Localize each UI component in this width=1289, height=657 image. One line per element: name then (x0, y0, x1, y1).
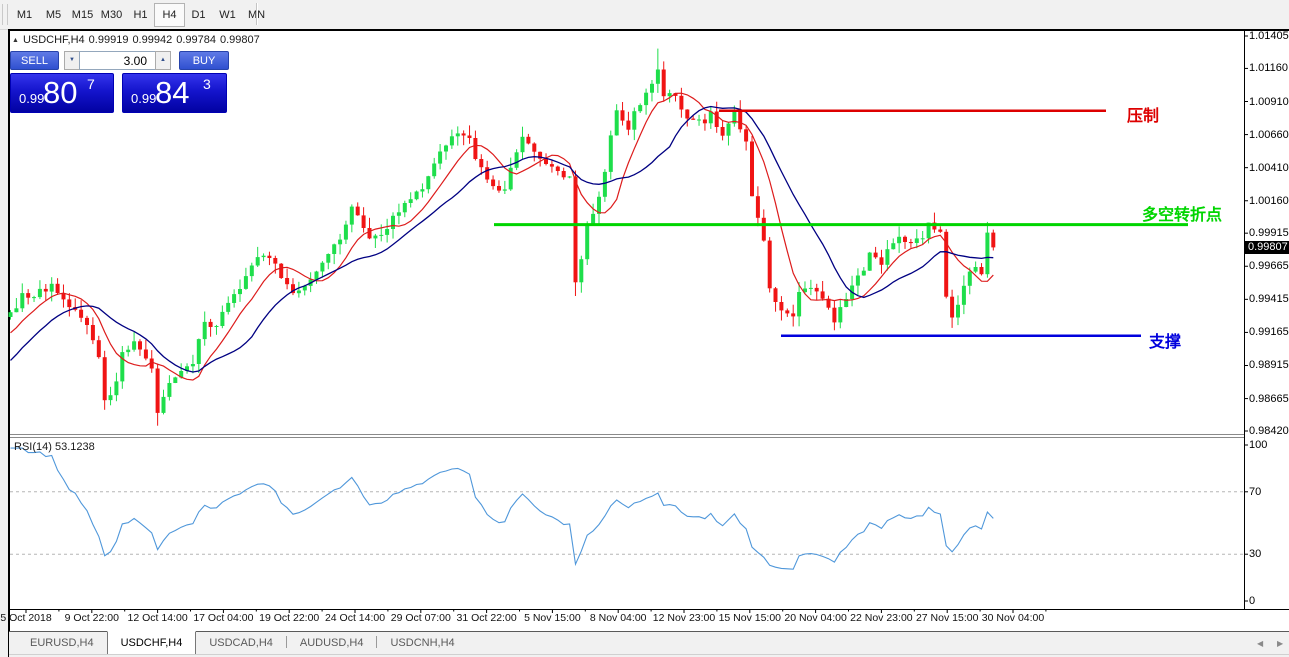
tabs-scroll-right-icon[interactable]: ▶ (1277, 639, 1283, 648)
collapse-panel-icon[interactable]: ▲ (12, 37, 19, 44)
buy-price-point: 3 (203, 76, 211, 92)
price-axis-tick: 0.98665 (1249, 393, 1289, 405)
mt4-application: M1M5M15M30H1H4D1W1MN ▲USDCHF,H40.999190.… (0, 0, 1289, 657)
ohlc-high: 0.99942 (132, 34, 172, 46)
sell-button[interactable]: SELL (10, 51, 59, 70)
time-axis-label: 27 Nov 15:00 (916, 612, 978, 624)
price-axis-tick: 1.00410 (1249, 162, 1289, 174)
time-axis-label: 12 Nov 23:00 (653, 612, 715, 624)
chart-tab-audusd[interactable]: AUDUSD,H4 (287, 632, 377, 654)
ohlc-low: 0.99784 (176, 34, 216, 46)
buy-button[interactable]: BUY (179, 51, 229, 70)
chart-tab-bar: EURUSD,H4USDCHF,H4USDCAD,H4AUDUSD,H4USDC… (9, 631, 1289, 655)
price-axis-tick: 0.98915 (1249, 359, 1289, 371)
time-axis-label: 17 Oct 04:00 (193, 612, 253, 624)
buy-price-handle: 0.99 (131, 91, 156, 106)
sell-price-handle: 0.99 (19, 91, 44, 106)
chart-tabs: EURUSD,H4USDCHF,H4USDCAD,H4AUDUSD,H4USDC… (17, 632, 468, 655)
buy-price-pips: 84 (155, 75, 189, 111)
sell-price-point: 7 (87, 76, 95, 92)
chart-tab-usdcnh[interactable]: USDCNH,H4 (377, 632, 467, 654)
support-label[interactable]: 支撑 (1149, 328, 1181, 352)
buy-price-button[interactable]: 0.99 84 3 (122, 73, 227, 113)
chart-tab-eurusd[interactable]: EURUSD,H4 (17, 632, 107, 654)
time-axis-label: 15 Nov 15:00 (719, 612, 781, 624)
price-axis-tick: 1.01405 (1249, 30, 1289, 42)
sell-price-button[interactable]: 0.99 80 7 (10, 73, 114, 113)
tabs-scroll-left-icon[interactable]: ◀ (1257, 639, 1263, 648)
volume-decrease-button[interactable]: ▼ (64, 51, 80, 70)
time-axis-label: 5 Nov 15:00 (524, 612, 581, 624)
time-axis-label: 31 Oct 22:00 (457, 612, 517, 624)
time-axis-label: 8 Nov 04:00 (590, 612, 647, 624)
price-axis-tick: 1.00660 (1249, 129, 1289, 141)
price-axis-tick: 0.99665 (1249, 260, 1289, 272)
time-axis-label: 19 Oct 22:00 (259, 612, 319, 624)
price-axis-tick: 0.99915 (1249, 227, 1289, 239)
time-axis-label: 30 Nov 04:00 (982, 612, 1044, 624)
price-axis-tick: 1.00910 (1249, 96, 1289, 108)
volume-input[interactable] (79, 51, 156, 70)
chart-title: ▲ USDCHF,H4 0.999190.99942 0.99784 0.99807 (12, 34, 264, 46)
time-axis-label: 20 Nov 04:00 (784, 612, 846, 624)
time-axis-label: 5 Oct 2018 (0, 612, 51, 624)
sell-price-pips: 80 (43, 75, 77, 111)
price-axis-tick: 1.01160 (1249, 62, 1289, 74)
price-axis-tick: 1.00160 (1249, 195, 1289, 207)
time-axis-label: 12 Oct 14:00 (128, 612, 188, 624)
current-price-tag: 0.99807 (1245, 241, 1289, 254)
chart-window[interactable]: ▲USDCHF,H40.999190.999420.997840.99807 S… (8, 29, 1289, 657)
time-axis-label: 22 Nov 23:00 (850, 612, 912, 624)
rsi-axis-tick: 100 (1249, 439, 1289, 451)
rsi-axis-tick: 0 (1249, 595, 1289, 607)
pivot-label[interactable]: 多空转折点 (1142, 201, 1222, 225)
rsi-axis-tick: 70 (1249, 486, 1289, 498)
rsi-indicator-label: RSI(14) 53.1238 (14, 441, 95, 453)
volume-increase-button[interactable]: ▲ (155, 51, 171, 70)
time-axis-label: 9 Oct 22:00 (65, 612, 119, 624)
chart-symbol-label: USDCHF,H4 (23, 34, 85, 46)
ohlc-open: 0.99919 (89, 34, 129, 46)
ohlc-close: 0.99807 (220, 34, 260, 46)
rsi-axis-tick: 30 (1249, 548, 1289, 560)
chart-tab-usdcad[interactable]: USDCAD,H4 (196, 632, 286, 654)
price-axis-tick: 0.99415 (1249, 293, 1289, 305)
price-axis-tick: 0.98420 (1249, 425, 1289, 437)
price-axis-tick: 0.99165 (1249, 326, 1289, 338)
time-axis-label: 24 Oct 14:00 (325, 612, 385, 624)
chart-tab-usdchf[interactable]: USDCHF,H4 (107, 631, 197, 655)
resistance-label[interactable]: 压制 (1127, 102, 1159, 126)
time-axis-label: 29 Oct 07:00 (391, 612, 451, 624)
